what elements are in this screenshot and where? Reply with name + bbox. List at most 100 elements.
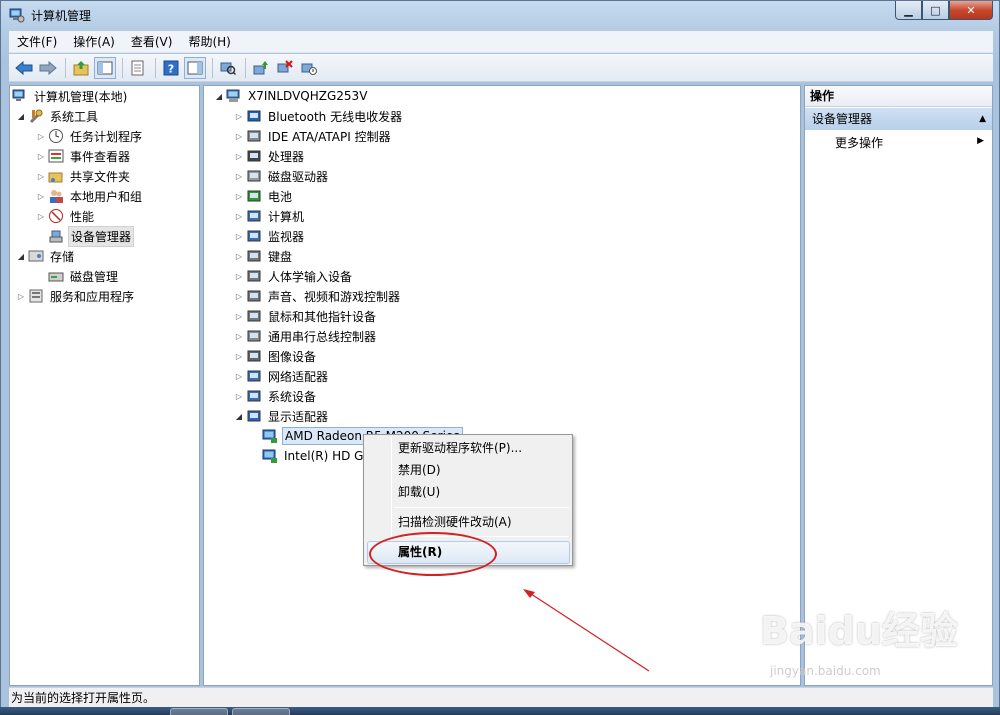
- collapsed-arrow-icon[interactable]: ▷: [36, 152, 46, 161]
- tree-item-local-users[interactable]: ▷ 本地用户和组: [36, 186, 144, 206]
- tree-item-root[interactable]: 计算机管理(本地): [12, 86, 129, 106]
- expanded-arrow-icon[interactable]: ◢: [16, 252, 26, 261]
- show-action-pane-button[interactable]: [184, 56, 206, 79]
- device-category-row[interactable]: ▷ Bluetooth 无线电收发器: [234, 106, 404, 126]
- device-category-icon: [247, 390, 261, 402]
- menu-disable[interactable]: 禁用(D): [398, 459, 441, 481]
- tree-item-task-scheduler[interactable]: ▷ 任务计划程序: [36, 126, 144, 146]
- tree-item-storage[interactable]: ◢ 存储: [16, 246, 76, 266]
- device-category-row[interactable]: ▷ 监视器: [234, 226, 306, 246]
- maximize-button[interactable]: □: [922, 1, 949, 20]
- menu-update-driver[interactable]: 更新驱动程序软件(P)...: [398, 437, 522, 459]
- menu-view[interactable]: 查看(V): [123, 31, 181, 53]
- taskbar-button[interactable]: [170, 708, 228, 715]
- device-category-row[interactable]: ▷ 鼠标和其他指针设备: [234, 306, 378, 326]
- collapsed-arrow-icon[interactable]: ▷: [36, 212, 46, 221]
- update-driver-button[interactable]: [250, 57, 272, 79]
- device-category-row[interactable]: ▷ 计算机: [234, 206, 306, 226]
- device-category-row[interactable]: ▷ 系统设备: [234, 386, 318, 406]
- menu-scan-hardware[interactable]: 扫描检测硬件改动(A): [398, 511, 512, 533]
- device-category-label: 显示适配器: [268, 409, 329, 424]
- device-intel-hd[interactable]: Intel(R) HD Gr: [262, 446, 370, 466]
- tree-item-event-viewer[interactable]: ▷ 事件查看器: [36, 146, 132, 166]
- up-level-button[interactable]: [70, 57, 92, 79]
- collapsed-arrow-icon[interactable]: ▷: [234, 112, 244, 121]
- collapsed-arrow-icon[interactable]: ▷: [234, 352, 244, 361]
- menu-bar: 文件(F) 操作(A) 查看(V) 帮助(H): [9, 31, 993, 53]
- close-button[interactable]: ✕: [949, 1, 993, 20]
- collapse-up-icon[interactable]: ▲: [979, 108, 986, 130]
- display-adapter-icon: [262, 429, 277, 443]
- device-category-row[interactable]: ▷ 人体学输入设备: [234, 266, 354, 286]
- tree-item-label: 系统工具: [50, 109, 99, 124]
- minimize-button[interactable]: ▁: [895, 1, 922, 20]
- collapsed-arrow-icon[interactable]: ▷: [36, 172, 46, 181]
- collapsed-arrow-icon[interactable]: ▷: [16, 292, 26, 301]
- device-category-icon: [247, 410, 261, 422]
- collapsed-arrow-icon[interactable]: ▷: [234, 232, 244, 241]
- collapsed-arrow-icon[interactable]: ▷: [234, 132, 244, 141]
- device-category-row[interactable]: ▷ 磁盘驱动器: [234, 166, 330, 186]
- tree-item-shared-folders[interactable]: ▷ 共享文件夹: [36, 166, 132, 186]
- collapsed-arrow-icon[interactable]: ▷: [234, 152, 244, 161]
- collapsed-arrow-icon[interactable]: ▷: [234, 172, 244, 181]
- uninstall-device-button[interactable]: [274, 57, 296, 79]
- collapsed-arrow-icon[interactable]: ▷: [234, 272, 244, 281]
- device-category-row[interactable]: ▷ 键盘: [234, 246, 294, 266]
- device-category-row[interactable]: ▷ 图像设备: [234, 346, 318, 366]
- device-category-label: 键盘: [268, 249, 293, 264]
- help-button[interactable]: ?: [160, 57, 182, 79]
- more-actions-item[interactable]: 更多操作: [835, 134, 883, 151]
- device-category-row[interactable]: ◢ 显示适配器: [234, 406, 330, 426]
- actions-section-device-manager[interactable]: 设备管理器 ▲: [805, 108, 992, 130]
- device-tree-pane[interactable]: ◢ X7INLDVQHZG253V ▷ Bluetooth 无线电收发器 ▷ IDE …: [203, 85, 801, 686]
- toolbar: ?: [9, 54, 993, 82]
- device-category-row[interactable]: ▷ IDE ATA/ATAPI 控制器: [234, 126, 393, 146]
- back-button[interactable]: [13, 57, 35, 79]
- expanded-arrow-icon[interactable]: ◢: [16, 112, 26, 121]
- collapsed-arrow-icon[interactable]: ▷: [36, 192, 46, 201]
- collapsed-arrow-icon[interactable]: ▷: [234, 292, 244, 301]
- device-category-row[interactable]: ▷ 声音、视频和游戏控制器: [234, 286, 402, 306]
- device-category-label: IDE ATA/ATAPI 控制器: [268, 129, 391, 144]
- device-category-row[interactable]: ▷ 电池: [234, 186, 294, 206]
- expanded-arrow-icon[interactable]: ◢: [234, 412, 244, 421]
- collapsed-arrow-icon[interactable]: ▷: [234, 212, 244, 221]
- device-category-row[interactable]: ▷ 通用串行总线控制器: [234, 326, 378, 346]
- tree-item-system-tools[interactable]: ◢ 系统工具: [16, 106, 100, 126]
- collapsed-arrow-icon[interactable]: ▷: [234, 372, 244, 381]
- toolbar-separator: [155, 57, 156, 78]
- menu-action[interactable]: 操作(A): [65, 31, 123, 53]
- device-category-icon: [247, 270, 261, 282]
- disable-device-button[interactable]: [298, 57, 320, 79]
- collapsed-arrow-icon[interactable]: ▷: [234, 332, 244, 341]
- show-hide-tree-button[interactable]: [94, 56, 116, 79]
- collapsed-arrow-icon[interactable]: ▷: [234, 192, 244, 201]
- device-category-icon: [247, 170, 261, 182]
- tree-item-device-manager[interactable]: 设备管理器: [48, 225, 135, 247]
- scan-hardware-button[interactable]: [217, 57, 239, 79]
- tree-item-performance[interactable]: ▷ 性能: [36, 206, 96, 226]
- collapsed-arrow-icon[interactable]: ▷: [234, 252, 244, 261]
- expanded-arrow-icon[interactable]: ◢: [214, 92, 224, 101]
- device-category-row[interactable]: ▷ 处理器: [234, 146, 306, 166]
- menu-uninstall[interactable]: 卸载(U): [398, 481, 440, 503]
- collapsed-arrow-icon[interactable]: ▷: [234, 312, 244, 321]
- export-list-button[interactable]: [127, 57, 149, 79]
- forward-button[interactable]: [37, 57, 59, 79]
- tree-item-label: 本地用户和组: [70, 189, 143, 204]
- device-tree-root[interactable]: ◢ X7INLDVQHZG253V: [214, 86, 369, 106]
- collapsed-arrow-icon[interactable]: ▷: [36, 132, 46, 141]
- menu-help[interactable]: 帮助(H): [180, 31, 238, 53]
- console-tree-pane[interactable]: 计算机管理(本地) ◢ 系统工具 ▷ 任务计划程序 ▷ 事件查看器 ▷ 共享文件…: [9, 85, 200, 686]
- clock-icon: [49, 129, 63, 143]
- taskbar-button[interactable]: [232, 708, 290, 715]
- title-bar[interactable]: 计算机管理 ▁ □ ✕: [1, 1, 999, 29]
- tree-item-label: 计算机管理(本地): [34, 89, 128, 104]
- collapsed-arrow-icon[interactable]: ▷: [234, 392, 244, 401]
- tree-item-disk-management[interactable]: 磁盘管理: [48, 266, 120, 286]
- menu-file[interactable]: 文件(F): [9, 31, 65, 53]
- uninstall-device-icon: [277, 59, 293, 72]
- tree-item-services-apps[interactable]: ▷ 服务和应用程序: [16, 286, 136, 306]
- device-category-row[interactable]: ▷ 网络适配器: [234, 366, 330, 386]
